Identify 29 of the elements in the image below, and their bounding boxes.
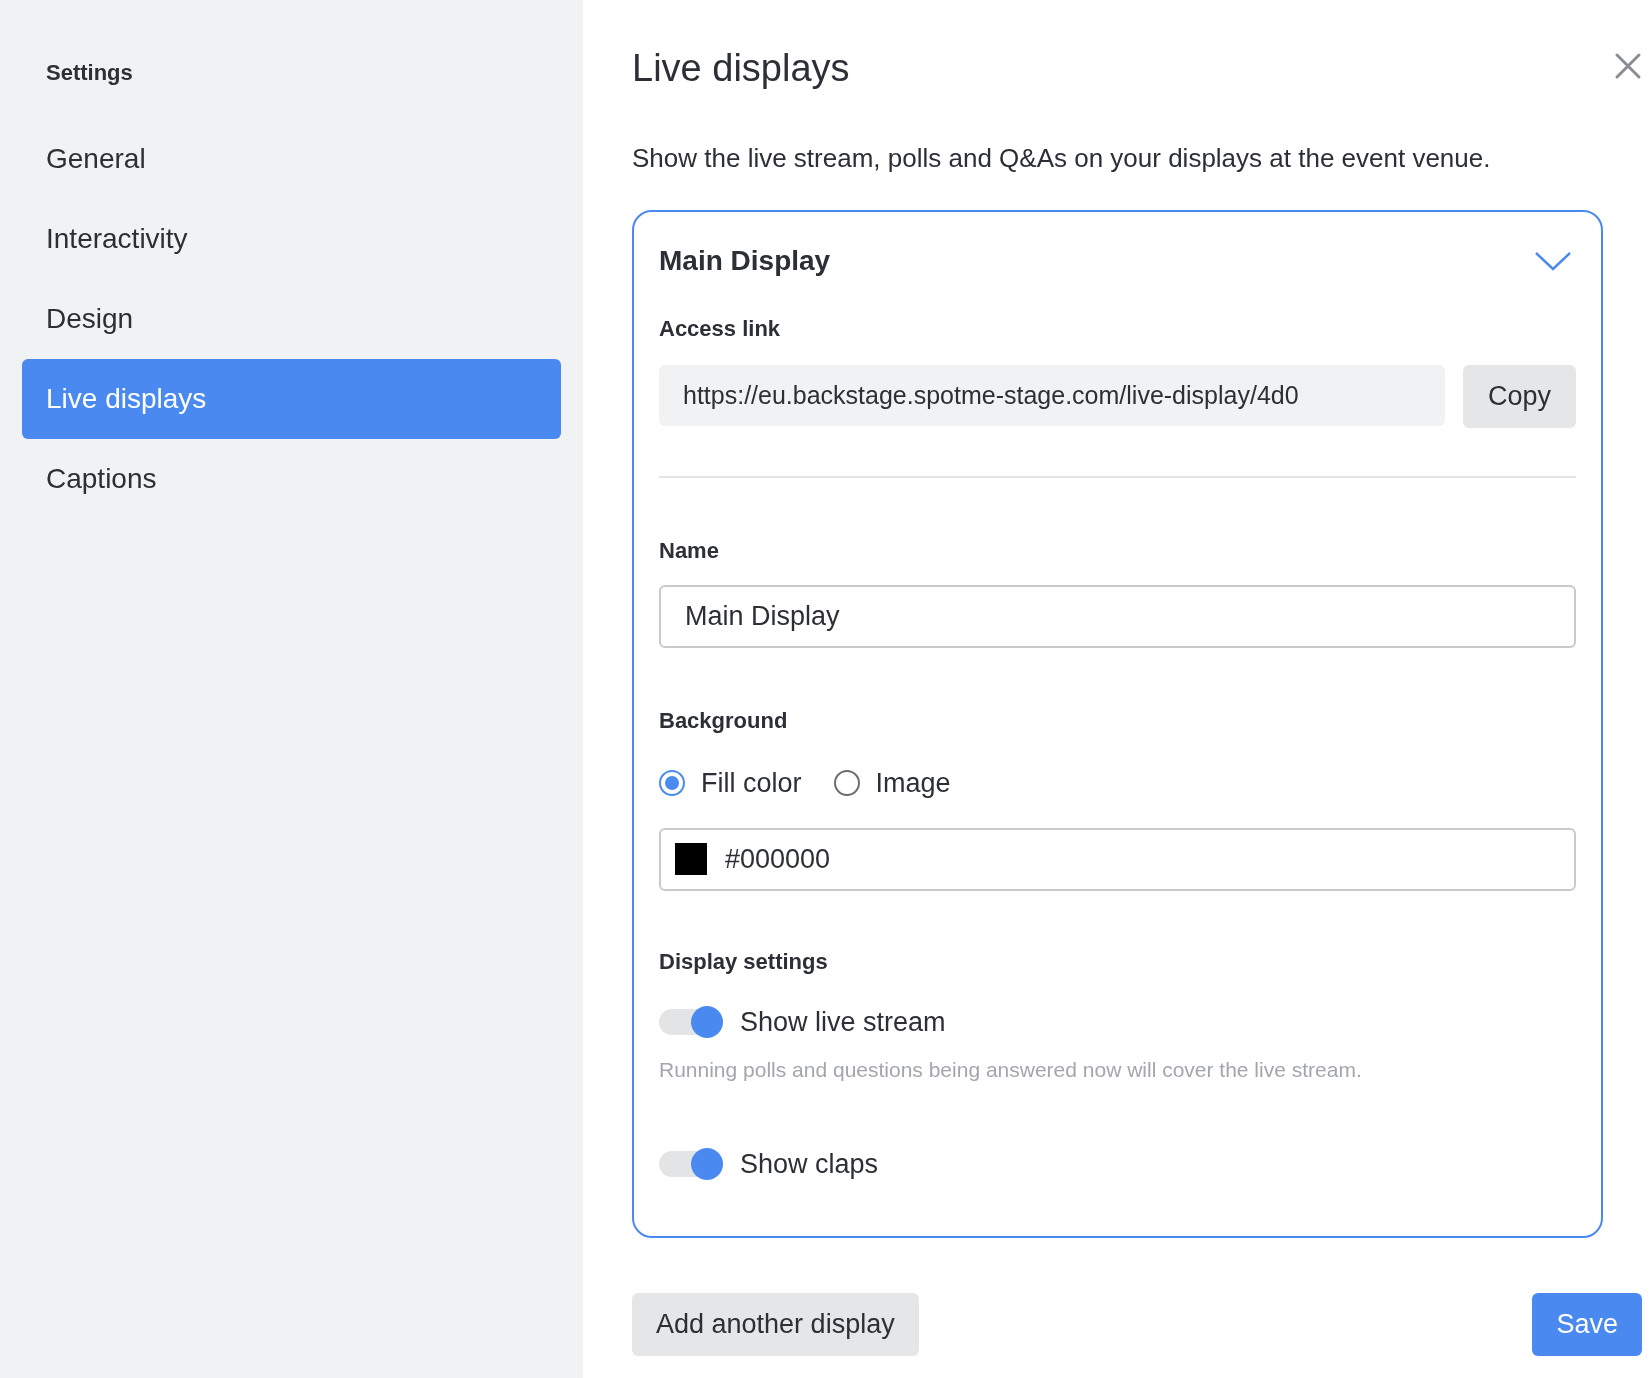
field-label: Background bbox=[659, 707, 789, 735]
sidebar-item[interactable]: Design bbox=[22, 279, 561, 359]
color-swatch bbox=[675, 843, 707, 875]
field-label: Name bbox=[659, 537, 720, 565]
name-field[interactable]: Main Display bbox=[659, 585, 1576, 648]
radio-button[interactable] bbox=[833, 770, 860, 797]
sidebar-item[interactable]: General bbox=[22, 119, 561, 199]
sidebar-item[interactable]: Interactivity bbox=[22, 199, 561, 279]
radio-button[interactable] bbox=[659, 770, 685, 797]
color-field[interactable]: #000000 bbox=[659, 827, 1576, 891]
radio-label: Fill color bbox=[701, 767, 802, 800]
card-title: Main Display bbox=[659, 244, 831, 278]
field-label: Display settings bbox=[659, 947, 829, 976]
toggle-switch[interactable] bbox=[659, 1005, 723, 1038]
description: Show the live stream, polls and Q&As on your displays at the event venue. bbox=[632, 142, 1492, 174]
toggle-label: Show live stream bbox=[740, 1005, 946, 1039]
toggle-label: Show claps bbox=[740, 1147, 879, 1181]
sidebar-title: Settings bbox=[46, 59, 134, 87]
copy-button[interactable]: Copy bbox=[1462, 365, 1576, 428]
toggle-switch[interactable] bbox=[659, 1147, 723, 1180]
sidebar-item[interactable]: Captions bbox=[22, 439, 561, 519]
radio-label: Image bbox=[875, 767, 951, 800]
hint-text: Running polls and questions being answered now will cover the live stream. bbox=[659, 1057, 1363, 1083]
add-display-button[interactable]: Add another display bbox=[632, 1293, 919, 1356]
chevron-icon[interactable] bbox=[1534, 249, 1572, 273]
field-label: Access link bbox=[659, 315, 782, 343]
page-title: Live displays bbox=[632, 46, 851, 91]
link-field[interactable]: https://eu.backstage.spotme-stage.com/live-display/4d0 bbox=[659, 365, 1445, 426]
close-button[interactable] bbox=[1614, 52, 1642, 80]
